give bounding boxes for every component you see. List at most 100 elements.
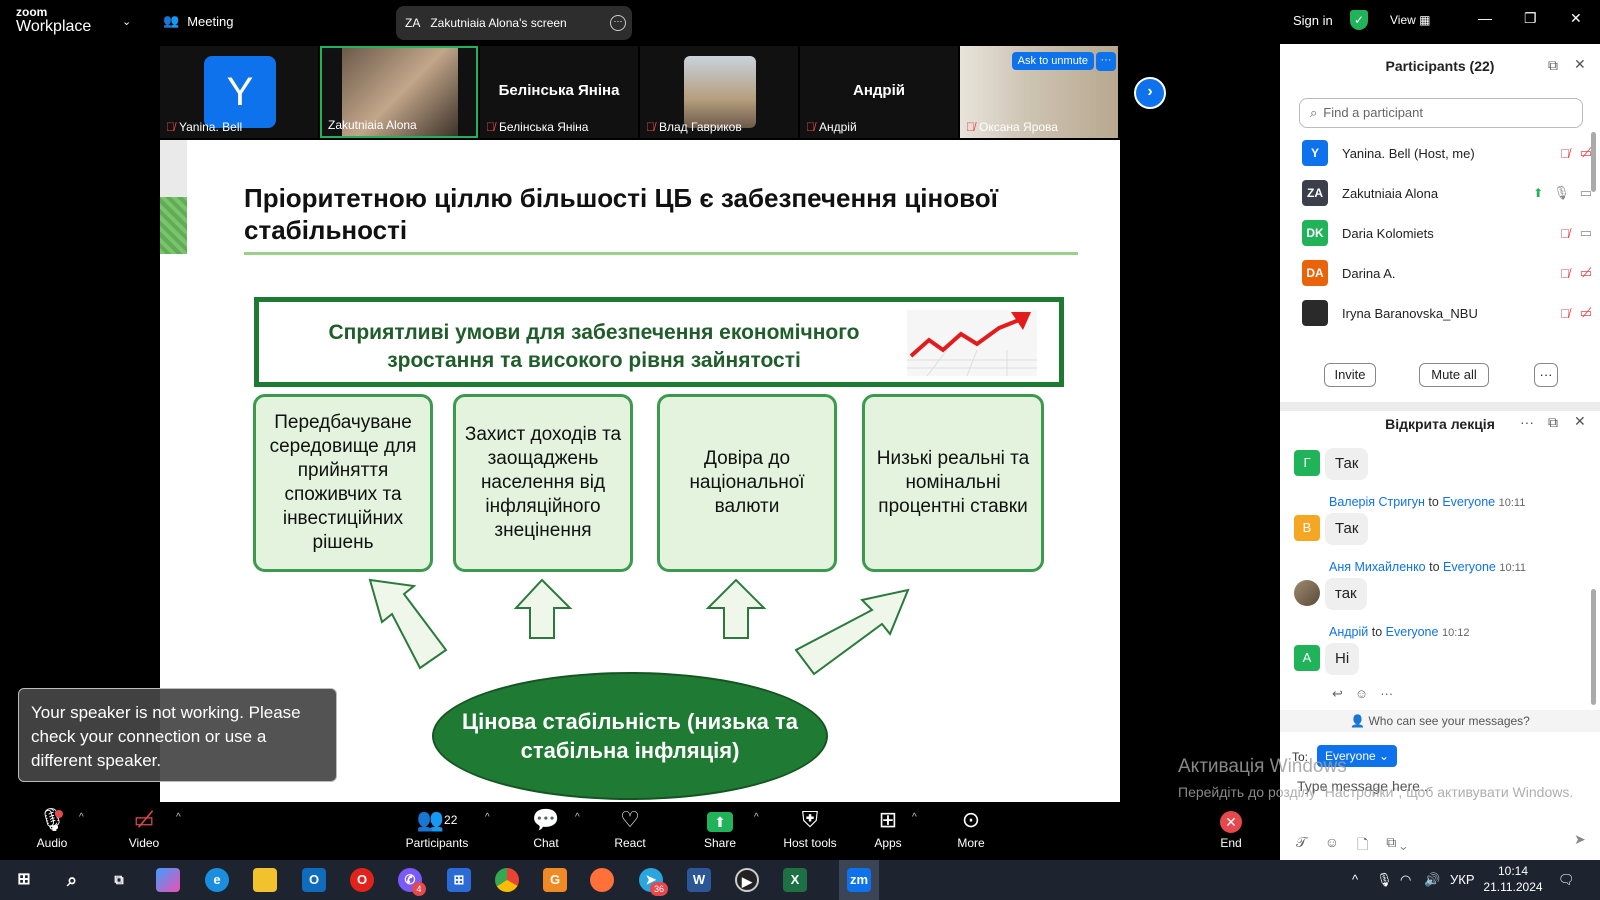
- wifi-icon[interactable]: ◠: [1400, 872, 1411, 888]
- share-button[interactable]: ⬆ Share: [680, 806, 760, 850]
- format-icon[interactable]: 𝒯: [1296, 834, 1307, 858]
- sign-in-link[interactable]: Sign in: [1293, 13, 1333, 28]
- chevron-up-icon[interactable]: ^: [1352, 872, 1358, 887]
- participant-row[interactable]: DA Darina A. 🎙̸ ▭̸: [1302, 258, 1592, 288]
- close-icon[interactable]: ✕: [1570, 10, 1582, 27]
- chat-message[interactable]: Ні: [1325, 643, 1360, 675]
- chat-message[interactable]: Так: [1325, 448, 1369, 480]
- volume-icon[interactable]: 🔊: [1424, 872, 1440, 888]
- participant-row[interactable]: Y Yanina. Bell (Host, me) 🎙̸ ▭̸: [1302, 138, 1592, 168]
- reply-icon[interactable]: ↩: [1332, 686, 1343, 702]
- mic-muted-icon[interactable]: 🎙̸: [1560, 226, 1570, 241]
- firefox-icon[interactable]: [590, 868, 614, 892]
- video-icon[interactable]: ▭: [1580, 225, 1592, 241]
- screenshot-icon[interactable]: ⧉ ⌄: [1386, 834, 1407, 858]
- chat-button[interactable]: 💬 Chat: [506, 806, 586, 850]
- zoom-logo-bottom: Workplace: [16, 18, 92, 35]
- chevron-up-icon[interactable]: ^: [912, 812, 917, 823]
- chevron-up-icon[interactable]: ^: [485, 812, 490, 823]
- minimize-icon[interactable]: —: [1478, 10, 1492, 26]
- word-icon[interactable]: W: [687, 868, 711, 892]
- mic-muted-icon[interactable]: 🎙̸: [1560, 306, 1570, 321]
- more-options-icon[interactable]: ···: [1534, 363, 1558, 387]
- video-off-icon[interactable]: ▭̸: [1580, 305, 1592, 321]
- react-button[interactable]: ♡ React: [590, 806, 670, 850]
- who-can-see-link[interactable]: 👤 Who can see your messages?: [1280, 710, 1600, 732]
- chevron-down-icon[interactable]: ⌄: [122, 15, 131, 28]
- security-shield-icon[interactable]: ✓: [1350, 10, 1368, 30]
- opera-icon[interactable]: O: [350, 868, 374, 892]
- shared-screen-pill[interactable]: ZA Zakutniaia Alona's screen ···: [396, 6, 632, 40]
- sender-name[interactable]: Аня Михайленко: [1329, 560, 1426, 574]
- windows-start-icon[interactable]: ⊞: [12, 868, 36, 892]
- sender-name[interactable]: Андрій: [1329, 625, 1368, 639]
- sender-name[interactable]: Валерія Стригун: [1329, 495, 1425, 509]
- file-explorer-icon[interactable]: [253, 868, 277, 892]
- thumb-belinska[interactable]: Белінська Яніна 🎙̸ Белінська Яніна: [480, 46, 638, 138]
- notifications-icon[interactable]: 🗨: [1558, 872, 1575, 888]
- more-options-icon[interactable]: ···: [610, 15, 626, 31]
- send-icon[interactable]: ➤: [1574, 831, 1586, 848]
- file-icon[interactable]: 🗋: [1357, 834, 1368, 858]
- media-player-icon[interactable]: ▶: [735, 868, 759, 892]
- participant-row[interactable]: Iryna Baranovska_NBU 🎙̸ ▭̸: [1302, 298, 1592, 328]
- copilot-icon[interactable]: [156, 868, 180, 892]
- close-icon[interactable]: ✕: [1574, 56, 1586, 73]
- chat-message[interactable]: Так: [1325, 513, 1369, 545]
- more-options-icon[interactable]: ···: [1520, 414, 1534, 430]
- next-page-arrow-icon[interactable]: ›: [1134, 77, 1166, 109]
- taskbar-clock[interactable]: 10:14 21.11.2024: [1480, 863, 1546, 895]
- view-button[interactable]: View ▦: [1390, 13, 1430, 27]
- microphone-tray-icon[interactable]: 🎙: [1376, 872, 1393, 888]
- mic-muted-icon[interactable]: 🎙̸: [1560, 266, 1570, 281]
- outlook-icon[interactable]: O: [302, 868, 326, 892]
- popout-icon[interactable]: ⧉: [1548, 57, 1558, 74]
- emoji-icon[interactable]: ☺: [1325, 834, 1339, 858]
- chevron-up-icon[interactable]: ^: [79, 812, 84, 823]
- video-button[interactable]: ▭̸ Video: [104, 806, 184, 850]
- thumb-vlad[interactable]: 🎙̸ Влад Гавриков: [640, 46, 798, 138]
- task-view-icon[interactable]: ⧉: [107, 868, 131, 892]
- mic-muted-icon[interactable]: 🎙̸: [1560, 146, 1570, 161]
- close-icon[interactable]: ✕: [1574, 413, 1586, 430]
- mic-icon[interactable]: 🎙: [1553, 185, 1570, 201]
- end-button[interactable]: ✕ End: [1191, 806, 1271, 850]
- chevron-up-icon[interactable]: ^: [176, 812, 181, 823]
- mute-all-button[interactable]: Mute all: [1419, 363, 1489, 387]
- chat-message[interactable]: так: [1325, 578, 1367, 610]
- input-language[interactable]: УКР: [1450, 872, 1475, 887]
- participants-button[interactable]: 👥22 Participants: [397, 806, 477, 850]
- chevron-up-icon[interactable]: ^: [754, 812, 759, 823]
- chevron-up-icon[interactable]: ^: [575, 812, 580, 823]
- participants-scrollbar[interactable]: [1591, 132, 1596, 192]
- store-icon[interactable]: ⊞: [447, 868, 471, 892]
- excel-icon[interactable]: X: [783, 868, 807, 892]
- emoji-react-icon[interactable]: ☺: [1355, 686, 1368, 702]
- thumb-andrii[interactable]: Андрій 🎙̸ Андрій: [800, 46, 958, 138]
- oval-text: Цінова стабільність (низька та стабільна…: [462, 709, 798, 763]
- participant-row[interactable]: ZA Zakutniaia Alona ⬆ 🎙 ▭: [1302, 178, 1592, 208]
- pdf-app-icon[interactable]: G: [543, 868, 567, 892]
- participant-row[interactable]: DK Daria Kolomiets 🎙̸ ▭: [1302, 218, 1592, 248]
- ask-to-unmute-button[interactable]: Ask to unmute: [1011, 52, 1094, 70]
- video-thumbnail-strip: Y 🎙̸ Yanina. Bell Zakutniaia Alona Белінс…: [160, 46, 1120, 138]
- more-options-icon[interactable]: ···: [1380, 686, 1393, 702]
- thumb-yanina[interactable]: Y 🎙̸ Yanina. Bell: [160, 46, 318, 138]
- zoom-taskbar-icon[interactable]: zm: [847, 868, 871, 892]
- video-off-icon[interactable]: ▭̸: [1580, 265, 1592, 281]
- chrome-icon[interactable]: [495, 868, 519, 892]
- meeting-button[interactable]: 👥 Meeting: [163, 13, 233, 29]
- search-icon[interactable]: ⌕: [60, 868, 84, 892]
- host-tools-button[interactable]: ⛨ Host tools: [770, 806, 850, 850]
- more-options-icon[interactable]: ···: [1096, 52, 1116, 71]
- invite-button[interactable]: Invite: [1324, 363, 1376, 387]
- meeting-toolbar: 🎙 Audio ^ ▭̸ Video ^ 👥22 Participants ^ …: [0, 802, 1280, 860]
- restore-icon[interactable]: ❐: [1524, 10, 1537, 27]
- thumb-zakutniaia[interactable]: Zakutniaia Alona: [320, 46, 478, 138]
- participant-search-input[interactable]: ⌕ Find a participant: [1299, 98, 1583, 128]
- chat-scrollbar[interactable]: [1591, 589, 1596, 705]
- more-button[interactable]: ⊙ More: [931, 806, 1011, 850]
- edge-icon[interactable]: e: [205, 868, 229, 892]
- thumb-oksana[interactable]: Ask to unmute ··· 🎙̸ Оксана Ярова: [960, 46, 1118, 138]
- popout-icon[interactable]: ⧉: [1548, 414, 1558, 431]
